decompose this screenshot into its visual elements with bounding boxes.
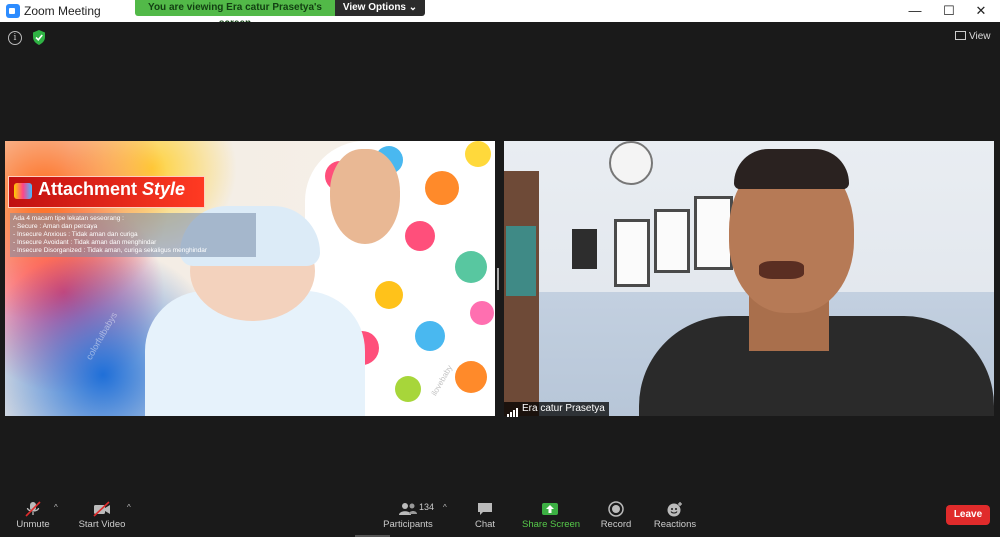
start-video-label: Start Video: [78, 519, 126, 530]
maximize-button[interactable]: ☐: [934, 2, 964, 20]
participants-label: Participants: [383, 519, 433, 530]
upload-arrow-icon: [542, 503, 558, 515]
video-person-mouth: [759, 261, 804, 279]
reactions-label: Reactions: [653, 519, 697, 530]
video-options-caret[interactable]: ^: [127, 503, 131, 512]
audio-options-caret[interactable]: ^: [54, 503, 58, 512]
share-screen-label: Share Screen: [522, 519, 581, 530]
shared-screen-pane[interactable]: Attachment Style Ada 4 macam tipe lekata…: [5, 141, 495, 416]
minimize-button[interactable]: —: [900, 2, 930, 20]
close-button[interactable]: ✕: [966, 2, 996, 20]
grid-icon: [955, 31, 966, 40]
smiley-plus-icon: [667, 502, 682, 517]
unmute-button[interactable]: Unmute: [12, 498, 54, 537]
record-circle-icon: [608, 501, 624, 517]
slide-title-italic: Style: [142, 179, 186, 199]
video-wall-device: [572, 229, 597, 269]
share-screen-button[interactable]: Share Screen: [522, 498, 581, 537]
participants-count: 134: [419, 502, 435, 512]
slide-title: Attachment Style: [38, 179, 185, 200]
reactions-button[interactable]: Reactions: [653, 498, 697, 537]
slide-text-box: Ada 4 macam tipe lekatan seseorang : - S…: [10, 213, 256, 257]
viewing-screen-banner: You are viewing Era catur Prasetya's scr…: [135, 0, 335, 29]
start-video-button[interactable]: Start Video: [76, 498, 128, 537]
people-icon: [399, 503, 417, 515]
window-title: Zoom Meeting: [24, 4, 101, 18]
slide-photo-mother: [330, 149, 400, 244]
video-wall-frame: [654, 209, 690, 273]
slide-text-line: - Insecure Anxious : Tidak aman dan curi…: [13, 231, 138, 238]
view-options-button[interactable]: View Options ⌄: [335, 0, 425, 16]
participant-name-tag: Era catur Prasetya: [504, 402, 609, 417]
speech-bubble-icon: [478, 503, 492, 515]
chat-label: Chat: [474, 519, 496, 530]
video-door-panel: [506, 226, 536, 296]
signal-strength-icon: [507, 403, 519, 417]
slide-title-decoration-icon: [14, 183, 32, 199]
pane-resize-handle[interactable]: [497, 268, 499, 290]
record-label: Record: [600, 519, 632, 530]
slide-text-line: - Secure : Aman dan percaya: [13, 223, 98, 230]
slide-text-line: - Insecure Avoidant : Tidak aman dan men…: [13, 239, 157, 246]
participant-name: Era catur Prasetya: [522, 403, 605, 414]
record-button[interactable]: Record: [598, 498, 634, 537]
video-person-hair: [734, 149, 849, 189]
zoom-logo-icon: [6, 4, 20, 18]
participants-options-caret[interactable]: ^: [443, 503, 447, 512]
slide-text-line: Ada 4 macam tipe lekatan seseorang :: [13, 215, 124, 222]
video-wall-clock: [609, 141, 653, 185]
participant-video-pane[interactable]: [504, 141, 994, 416]
video-wall-frame: [614, 219, 650, 287]
unmute-label: Unmute: [16, 519, 50, 530]
slide-text-line: - Insecure Disorganized : Tidak aman, cu…: [13, 247, 208, 254]
muted-microphone-icon: [25, 501, 41, 517]
shield-check-icon[interactable]: [32, 30, 46, 45]
chat-button[interactable]: Chat: [468, 498, 502, 537]
video-off-icon: [93, 501, 110, 517]
view-layout-button[interactable]: View: [955, 31, 991, 42]
view-layout-label: View: [969, 31, 991, 42]
info-icon[interactable]: i: [8, 31, 22, 45]
slide-title-main: Attachment: [38, 179, 138, 199]
video-wall-frame: [694, 196, 733, 270]
leave-button[interactable]: Leave: [946, 505, 990, 525]
